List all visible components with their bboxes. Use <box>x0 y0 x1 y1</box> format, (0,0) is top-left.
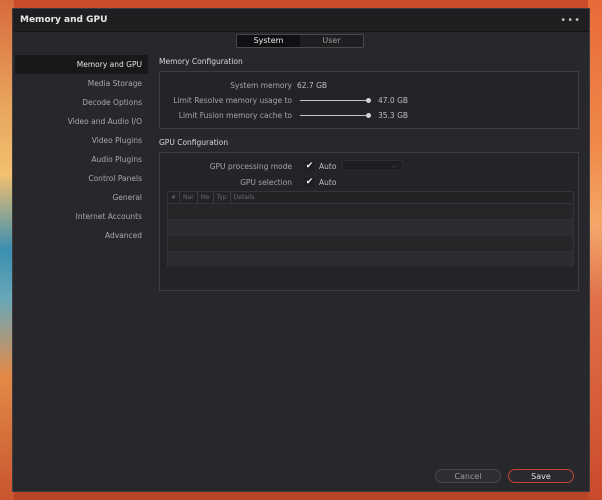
table-row[interactable] <box>168 236 573 252</box>
resolve-memory-slider-handle[interactable] <box>365 98 371 103</box>
desktop-wallpaper-right <box>588 0 602 500</box>
cancel-button[interactable]: Cancel <box>435 469 501 483</box>
system-memory-row: System memory 62.7 GB <box>160 80 580 92</box>
sidebar: Memory and GPU Media Storage Decode Opti… <box>15 55 148 245</box>
system-memory-label: System memory <box>230 81 292 90</box>
table-row[interactable] <box>168 252 573 267</box>
fusion-cache-slider[interactable] <box>300 113 371 118</box>
window-title: Memory and GPU <box>20 15 108 25</box>
gpu-table-header: # Nar Me Typ Details <box>168 192 573 204</box>
sidebar-item-internet-accounts[interactable]: Internet Accounts <box>15 207 148 226</box>
sidebar-item-media-storage[interactable]: Media Storage <box>15 74 148 93</box>
gpu-col-number[interactable]: # <box>168 192 181 203</box>
gpu-col-name[interactable]: Nar <box>180 192 198 203</box>
save-button[interactable]: Save <box>508 469 574 483</box>
sidebar-item-video-and-audio-io[interactable]: Video and Audio I/O <box>15 112 148 131</box>
gpu-section-title: GPU Configuration <box>159 138 229 147</box>
sidebar-item-general[interactable]: General <box>15 188 148 207</box>
gpu-configuration-panel: GPU processing mode ✔ Auto ⌵ GPU selecti… <box>159 152 579 291</box>
sidebar-item-video-plugins[interactable]: Video Plugins <box>15 131 148 150</box>
gpu-selection-auto-label: Auto <box>319 178 337 187</box>
sidebar-item-advanced[interactable]: Advanced <box>15 226 148 245</box>
gpu-selection-auto-checkbox[interactable]: ✔ <box>305 178 314 187</box>
sidebar-item-memory-and-gpu[interactable]: Memory and GPU <box>15 55 148 74</box>
system-memory-value: 62.7 GB <box>297 81 328 90</box>
gpu-col-memory[interactable]: Me <box>198 192 214 203</box>
title-bar: Memory and GPU ••• <box>13 9 589 32</box>
table-row[interactable] <box>168 204 573 220</box>
fusion-cache-slider-fill <box>300 115 368 116</box>
resolve-memory-value: 47.0 GB <box>378 96 409 105</box>
preference-scope-tabs: System User <box>236 34 364 48</box>
gpu-selection-label: GPU selection <box>240 178 292 187</box>
resolve-memory-slider[interactable] <box>300 98 371 103</box>
settings-content: Memory Configuration System memory 62.7 … <box>159 55 579 291</box>
preferences-window: Memory and GPU ••• System User Memory an… <box>12 8 590 492</box>
gpu-processing-label: GPU processing mode <box>209 162 292 171</box>
fusion-cache-label: Limit Fusion memory cache to <box>178 111 292 120</box>
memory-configuration-panel: System memory 62.7 GB Limit Resolve memo… <box>159 71 579 129</box>
sidebar-item-audio-plugins[interactable]: Audio Plugins <box>15 150 148 169</box>
gpu-col-details[interactable]: Details <box>231 192 258 203</box>
fusion-cache-row: Limit Fusion memory cache to 35.3 GB <box>160 110 580 122</box>
tab-user[interactable]: User <box>300 35 363 47</box>
resolve-memory-slider-fill <box>300 100 368 101</box>
memory-section-title: Memory Configuration <box>159 57 243 66</box>
fusion-cache-value: 35.3 GB <box>378 111 409 120</box>
table-row[interactable] <box>168 220 573 236</box>
resolve-memory-label: Limit Resolve memory usage to <box>173 96 292 105</box>
gpu-col-type[interactable]: Typ <box>214 192 231 203</box>
more-options-icon[interactable]: ••• <box>560 15 581 26</box>
gpu-processing-auto-label: Auto <box>319 162 337 171</box>
sidebar-item-control-panels[interactable]: Control Panels <box>15 169 148 188</box>
sidebar-item-decode-options[interactable]: Decode Options <box>15 93 148 112</box>
gpu-processing-row: GPU processing mode ✔ Auto ⌵ <box>160 160 580 173</box>
gpu-list-table: # Nar Me Typ Details <box>167 191 574 267</box>
resolve-memory-row: Limit Resolve memory usage to 47.0 GB <box>160 95 580 107</box>
gpu-processing-mode-dropdown[interactable]: ⌵ <box>342 160 403 171</box>
gpu-selection-row: GPU selection ✔ Auto <box>160 177 580 189</box>
tab-system[interactable]: System <box>237 35 300 47</box>
gpu-processing-auto-checkbox[interactable]: ✔ <box>305 162 314 171</box>
chevron-down-icon: ⌵ <box>391 162 397 170</box>
fusion-cache-slider-handle[interactable] <box>365 113 371 118</box>
